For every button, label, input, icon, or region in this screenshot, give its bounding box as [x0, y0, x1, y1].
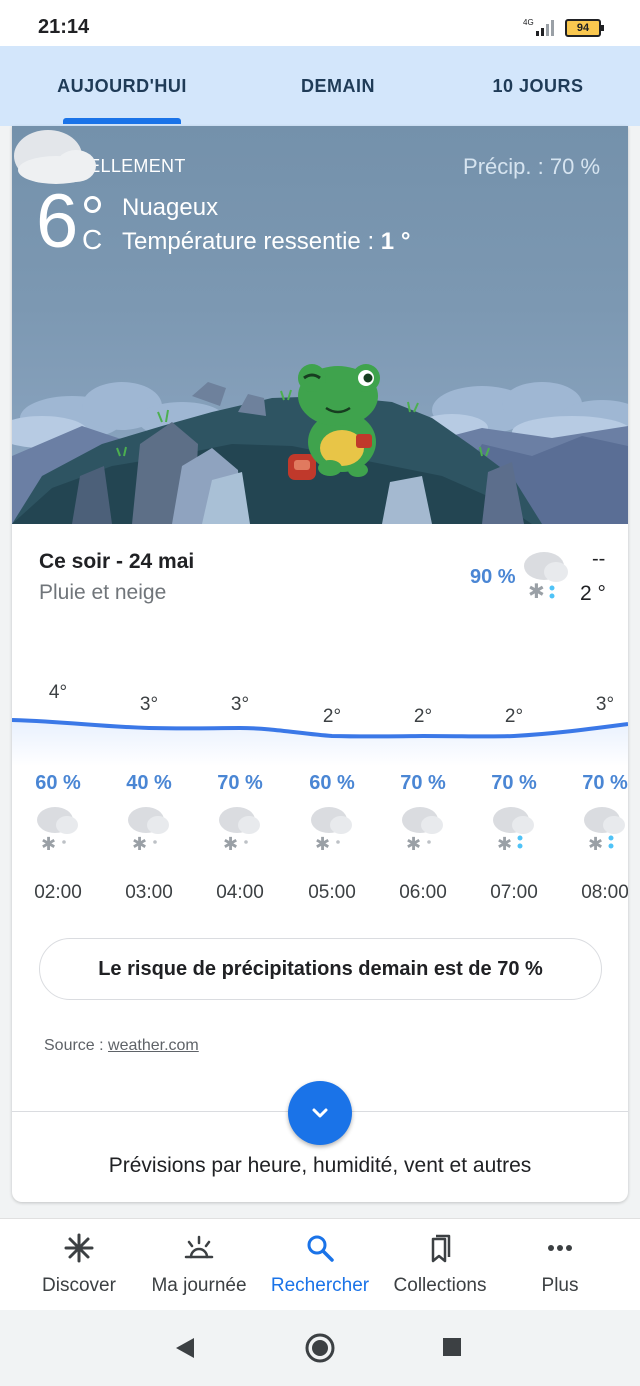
hour-precip: 70 %: [400, 772, 446, 794]
nav-my-day[interactable]: Ma journée: [137, 1219, 261, 1311]
battery-indicator: 94: [565, 19, 604, 37]
rain-snow-icon: ✱: [524, 552, 568, 603]
hour-precip: 70 %: [217, 772, 263, 794]
nav-search[interactable]: Rechercher: [258, 1219, 382, 1311]
rain-snow-icon: ✱: [584, 807, 625, 855]
hour-precip: 60 %: [309, 772, 355, 794]
nav-discover[interactable]: Discover: [17, 1219, 141, 1311]
expand-button[interactable]: [288, 1081, 352, 1145]
discover-icon: [64, 1233, 94, 1263]
nav-label: Rechercher: [270, 1275, 370, 1296]
hour-time: 07:00: [490, 882, 538, 903]
hour-time: 04:00: [216, 882, 264, 903]
hour-temp: 2°: [322, 706, 342, 727]
back-icon[interactable]: [174, 1336, 196, 1360]
nav-label: Ma journée: [151, 1275, 247, 1296]
current-precip: Précip. : 70 %: [463, 154, 600, 179]
hour-temp: 3°: [230, 694, 250, 715]
snow-cloud-icon: ✱: [402, 807, 443, 855]
snow-cloud-icon: ✱: [128, 807, 169, 855]
bottom-navigation: Discover Ma journée Rechercher Collectio…: [0, 1218, 640, 1310]
nav-label: Plus: [541, 1275, 579, 1296]
nav-label: Discover: [42, 1275, 116, 1296]
more-icon: [548, 1245, 572, 1251]
svg-text:✱: ✱: [132, 834, 147, 855]
forecast-tabs: AUJOURD'HUI DEMAIN 10 JOURS: [0, 46, 640, 126]
feels-like-value: 1 °: [380, 228, 411, 255]
home-icon[interactable]: [304, 1332, 336, 1364]
feels-like-label: Température ressentie :: [122, 228, 381, 255]
tab-today[interactable]: AUJOURD'HUI: [20, 46, 224, 126]
current-condition: Nuageux: [122, 194, 219, 221]
sunrise-icon: [184, 1235, 214, 1259]
hour-precip: 70 %: [491, 772, 537, 794]
weather-scene: ACTUELLEMENT Précip. : 70 % 6 C Nuageux …: [12, 126, 628, 524]
hour-precip: 70 %: [582, 772, 628, 794]
system-navigation: [0, 1310, 640, 1386]
tab-tomorrow[interactable]: DEMAIN: [238, 46, 438, 126]
svg-text:✱: ✱: [41, 834, 56, 855]
source-label: Source :: [44, 1037, 109, 1054]
hour-temp: 2°: [504, 706, 524, 727]
more-forecast-link[interactable]: Prévisions par heure, humidité, vent et …: [12, 1154, 628, 1178]
snow-cloud-icon: ✱: [219, 807, 260, 855]
chevron-down-icon: [312, 1108, 328, 1118]
hour-temp: 3°: [595, 694, 615, 715]
hour-time: 06:00: [399, 882, 447, 903]
network-type: 4G: [523, 18, 534, 27]
rain-snow-icon: ✱: [493, 807, 534, 855]
unit-celsius[interactable]: C: [82, 224, 102, 256]
active-tab-indicator: [63, 118, 181, 124]
precip-chance-button[interactable]: Le risque de précipitations demain est d…: [39, 938, 602, 1000]
current-temperature: 6: [36, 179, 79, 264]
tonight-description: Pluie et neige: [39, 581, 167, 604]
hour-time: 03:00: [125, 882, 173, 903]
hour-temp: 4°: [48, 682, 68, 703]
hour-precip: 40 %: [126, 772, 172, 794]
nav-more[interactable]: Plus: [498, 1219, 622, 1311]
nav-label: Collections: [393, 1275, 487, 1296]
hour-temp: 3°: [139, 694, 159, 715]
temperature-graph: [12, 718, 628, 766]
bookmarks-icon: [431, 1234, 451, 1263]
hour-precip: 60 %: [35, 772, 81, 794]
svg-text:✱: ✱: [315, 834, 330, 855]
svg-text:✱: ✱: [223, 834, 238, 855]
svg-text:✱: ✱: [497, 834, 512, 855]
hour-time: 02:00: [34, 882, 82, 903]
cloud-icon: [14, 130, 96, 184]
nav-collections[interactable]: Collections: [378, 1219, 502, 1311]
hour-temp: 2°: [413, 706, 433, 727]
feels-like: Température ressentie : 1 °: [122, 228, 410, 256]
weather-card: ACTUELLEMENT Précip. : 70 % 6 C Nuageux …: [12, 126, 628, 1202]
source-link[interactable]: weather.com: [108, 1037, 199, 1054]
hour-time: 08:00: [581, 882, 628, 903]
source-line: Source : weather.com: [44, 1037, 199, 1055]
frog-illustration: [12, 364, 628, 524]
snow-cloud-icon: ✱: [311, 807, 352, 855]
hour-time: 05:00: [308, 882, 356, 903]
tab-10-days[interactable]: 10 JOURS: [440, 46, 636, 126]
status-bar: 21:14 4G 94: [0, 0, 640, 46]
tonight-title: Ce soir - 24 mai: [39, 550, 195, 573]
tonight-high: --: [592, 548, 606, 570]
signal-icon: 4G: [523, 18, 554, 36]
svg-text:✱: ✱: [528, 579, 545, 603]
tonight-precip: 90 %: [470, 566, 516, 588]
recents-icon[interactable]: [442, 1337, 462, 1357]
svg-text:✱: ✱: [406, 834, 421, 855]
degree-symbol: [84, 196, 101, 213]
status-time: 21:14: [38, 16, 90, 38]
svg-text:✱: ✱: [588, 834, 603, 855]
search-icon: [307, 1235, 334, 1262]
snow-cloud-icon: ✱: [37, 807, 78, 855]
tonight-low: 2 °: [580, 582, 606, 605]
